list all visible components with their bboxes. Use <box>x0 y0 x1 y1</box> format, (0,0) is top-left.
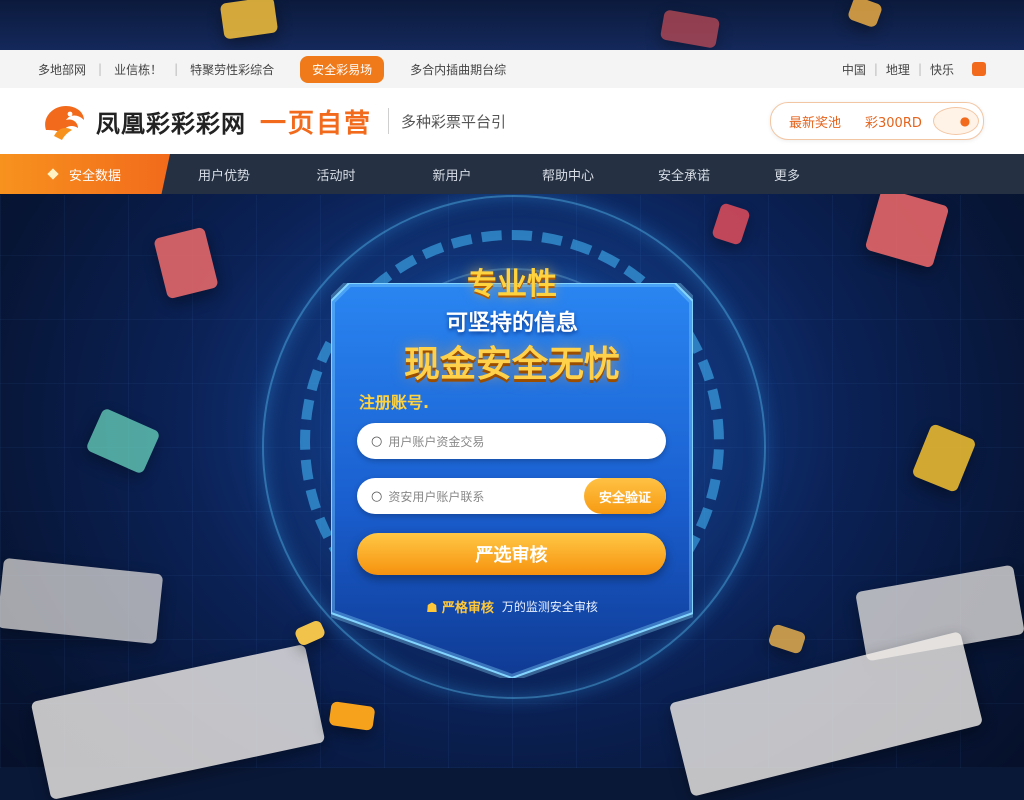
jackpot-label: 最新奖池 <box>789 115 842 131</box>
nav-item-active[interactable]: 安全数据 <box>0 154 170 194</box>
top-strip <box>0 0 1024 50</box>
card-deco <box>659 9 721 49</box>
nav-item[interactable]: 安全承诺 <box>626 154 742 194</box>
nav-item[interactable]: 更多 <box>742 154 832 194</box>
register-panel: 专业性 可坚持的信息 现金安全无忧 注册账号. ○ 用户账户资金交易 ○ 资安用… <box>331 267 693 678</box>
audit-tag-label: 严格审核 <box>441 601 494 616</box>
verify-placeholder: 资安用户账户联系 <box>388 489 485 504</box>
search-icon: ○ <box>371 433 383 449</box>
main-nav: 安全数据 用户优势 活动时 新用户 帮助中心 安全承诺 更多 <box>0 154 1024 194</box>
util-hot-button[interactable]: 安全彩易场 <box>300 55 385 83</box>
hero-headline: 专业性 <box>467 267 557 302</box>
card-deco <box>846 0 884 29</box>
nav-item[interactable]: 帮助中心 <box>510 154 626 194</box>
verify-field[interactable]: ○ 资安用户账户联系 安全验证 <box>357 478 666 514</box>
util-tagline: 多合内插曲期台综 <box>410 62 507 77</box>
jackpot-pill[interactable]: 最新奖池 彩300RD ● <box>770 102 984 140</box>
verify-button[interactable]: 安全验证 <box>584 478 666 514</box>
nav-item[interactable]: 新用户 <box>394 154 510 194</box>
form-label: 注册账号. <box>359 393 430 412</box>
card-deco <box>219 0 279 40</box>
audit-note: ☗ 严格审核 万的监测安全审核 <box>331 597 693 616</box>
util-link[interactable]: 业信栋！ <box>102 61 174 78</box>
account-placeholder: 用户账户资金交易 <box>388 434 485 449</box>
diamond-icon <box>47 168 59 180</box>
phoenix-logo-icon[interactable] <box>40 100 90 142</box>
utility-bar: 多地部网 | 业信栋！ | 特聚劳性彩综合 安全彩易场 多合内插曲期台综 中国 … <box>0 50 1024 89</box>
arrow-right-icon[interactable]: ● <box>933 107 979 135</box>
hero-tagline: 现金安全无忧 <box>403 344 620 385</box>
account-field[interactable]: ○ 用户账户资金交易 <box>357 423 666 459</box>
shield-icon[interactable] <box>972 62 986 76</box>
util-right-group: 中国 | 地理 | 快乐 <box>834 61 1024 78</box>
nav-item[interactable]: 用户优势 <box>170 154 278 194</box>
audit-tag: ☗ 严格审核 <box>426 597 494 616</box>
util-link[interactable]: 多地部网 <box>0 61 98 78</box>
util-right-link[interactable]: 地理 <box>878 61 918 78</box>
search-icon: ○ <box>371 488 383 504</box>
brand-name: 凤凰彩彩彩网 <box>96 109 246 138</box>
hero-subheadline: 可坚持的信息 <box>445 311 578 336</box>
nav-label: 安全数据 <box>68 168 121 184</box>
header-divider <box>388 108 390 134</box>
util-right-link[interactable]: 中国 <box>834 61 874 78</box>
util-right-link[interactable]: 快乐 <box>922 61 962 78</box>
audit-text: 万的监测安全审核 <box>501 600 598 614</box>
submit-button[interactable]: 严选审核 <box>357 533 666 575</box>
jackpot-value: 彩300RD <box>865 115 922 131</box>
util-link[interactable]: 特聚劳性彩综合 <box>178 61 286 78</box>
site-header: 凤凰彩彩彩网 一页自营 多种彩票平台引 最新奖池 彩300RD ● <box>0 88 1024 154</box>
header-description: 多种彩票平台引 <box>401 112 507 131</box>
nav-item[interactable]: 活动时 <box>278 154 394 194</box>
shield-icon: ☗ <box>426 601 438 616</box>
brand-slogan: 一页自营 <box>260 108 373 139</box>
